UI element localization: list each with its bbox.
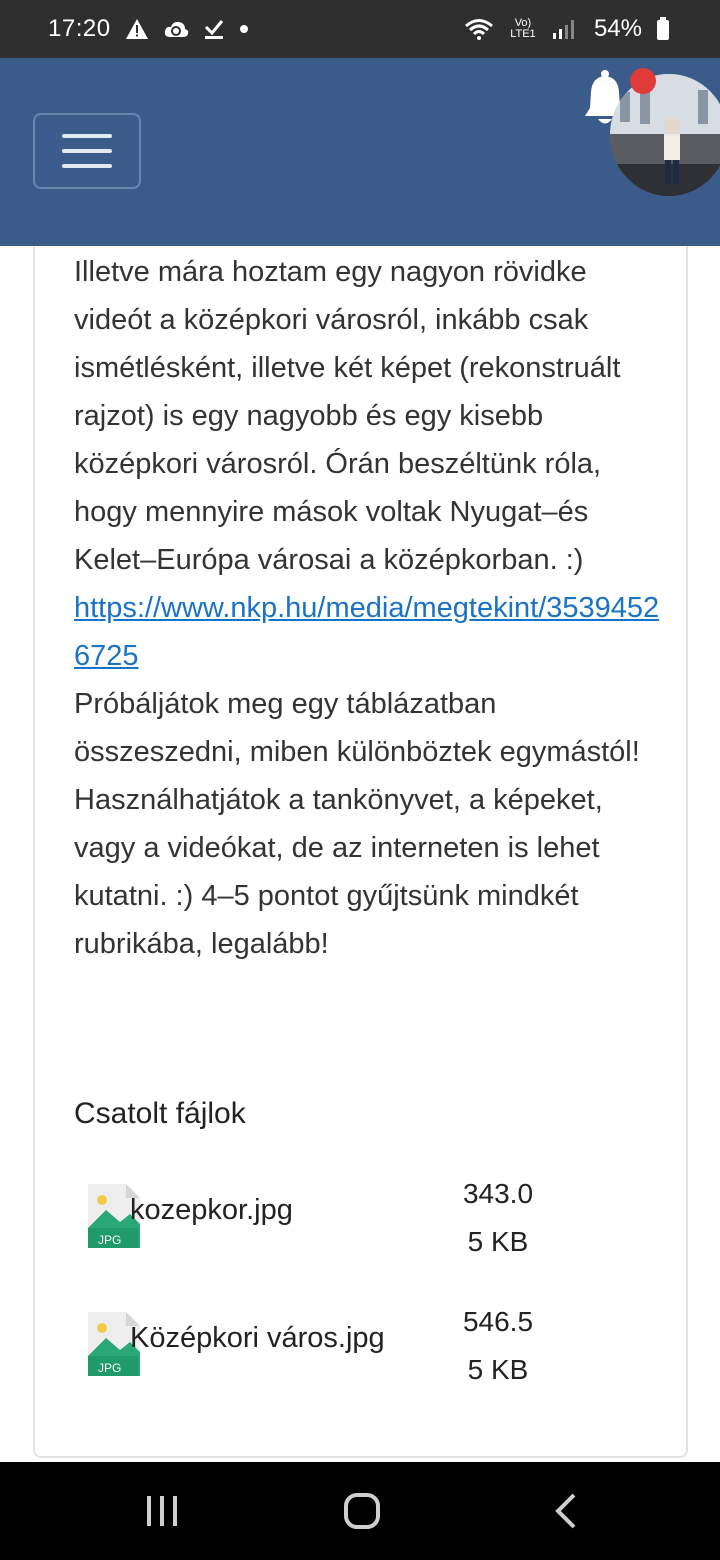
back-button[interactable]: [534, 1462, 598, 1560]
avatar[interactable]: [610, 74, 720, 196]
cloud-sync-icon: [163, 18, 189, 40]
attachment-size: 546.5 5 KB: [462, 1306, 534, 1385]
status-left: 17:20: [48, 15, 249, 43]
wifi-icon: [464, 18, 494, 40]
battery-percent: 54%: [593, 15, 642, 42]
post-body: Illetve mára hoztam egy nagyon rövidke v…: [74, 248, 664, 968]
attachment-size: 343.0 5 KB: [462, 1178, 534, 1257]
battery-icon: [656, 17, 670, 41]
post-text-1: Illetve mára hoztam egy nagyon rövidke v…: [74, 256, 621, 576]
attachment-row[interactable]: JPG kozepkor.jpg 343.0 5 KB: [88, 1178, 588, 1294]
system-navigation-bar: [0, 1462, 720, 1560]
attachment-name[interactable]: Középkori város.jpg: [130, 1322, 385, 1355]
check-download-icon: [203, 18, 225, 40]
status-bar: 17:20 Vo) LTE1 54%: [0, 0, 720, 58]
home-button[interactable]: [330, 1462, 394, 1560]
recent-apps-button[interactable]: [130, 1462, 194, 1560]
attachment-row[interactable]: JPG Középkori város.jpg 546.5 5 KB: [88, 1306, 588, 1422]
svg-text:JPG: JPG: [98, 1361, 121, 1375]
recent-apps-icon: [147, 1496, 177, 1526]
back-icon: [555, 1493, 576, 1529]
dot-icon: [239, 24, 249, 34]
warning-icon: [125, 18, 149, 40]
hamburger-icon: [62, 134, 112, 138]
status-right: Vo) LTE1 54%: [464, 15, 670, 43]
network-label: Vo) LTE1: [510, 17, 536, 40]
video-link[interactable]: https://www.nkp.hu/media/megtekint/35394…: [74, 592, 659, 672]
status-time: 17:20: [48, 15, 111, 42]
notification-badge: [630, 68, 656, 94]
svg-text:JPG: JPG: [98, 1233, 121, 1247]
signal-icon: [552, 18, 574, 40]
attachments-title: Csatolt fájlok: [74, 1097, 246, 1130]
home-icon: [344, 1493, 380, 1529]
hamburger-menu-button[interactable]: [33, 113, 141, 189]
attachment-name[interactable]: kozepkor.jpg: [130, 1194, 293, 1227]
post-text-2: Próbáljátok meg egy táblázatban összesze…: [74, 688, 640, 960]
